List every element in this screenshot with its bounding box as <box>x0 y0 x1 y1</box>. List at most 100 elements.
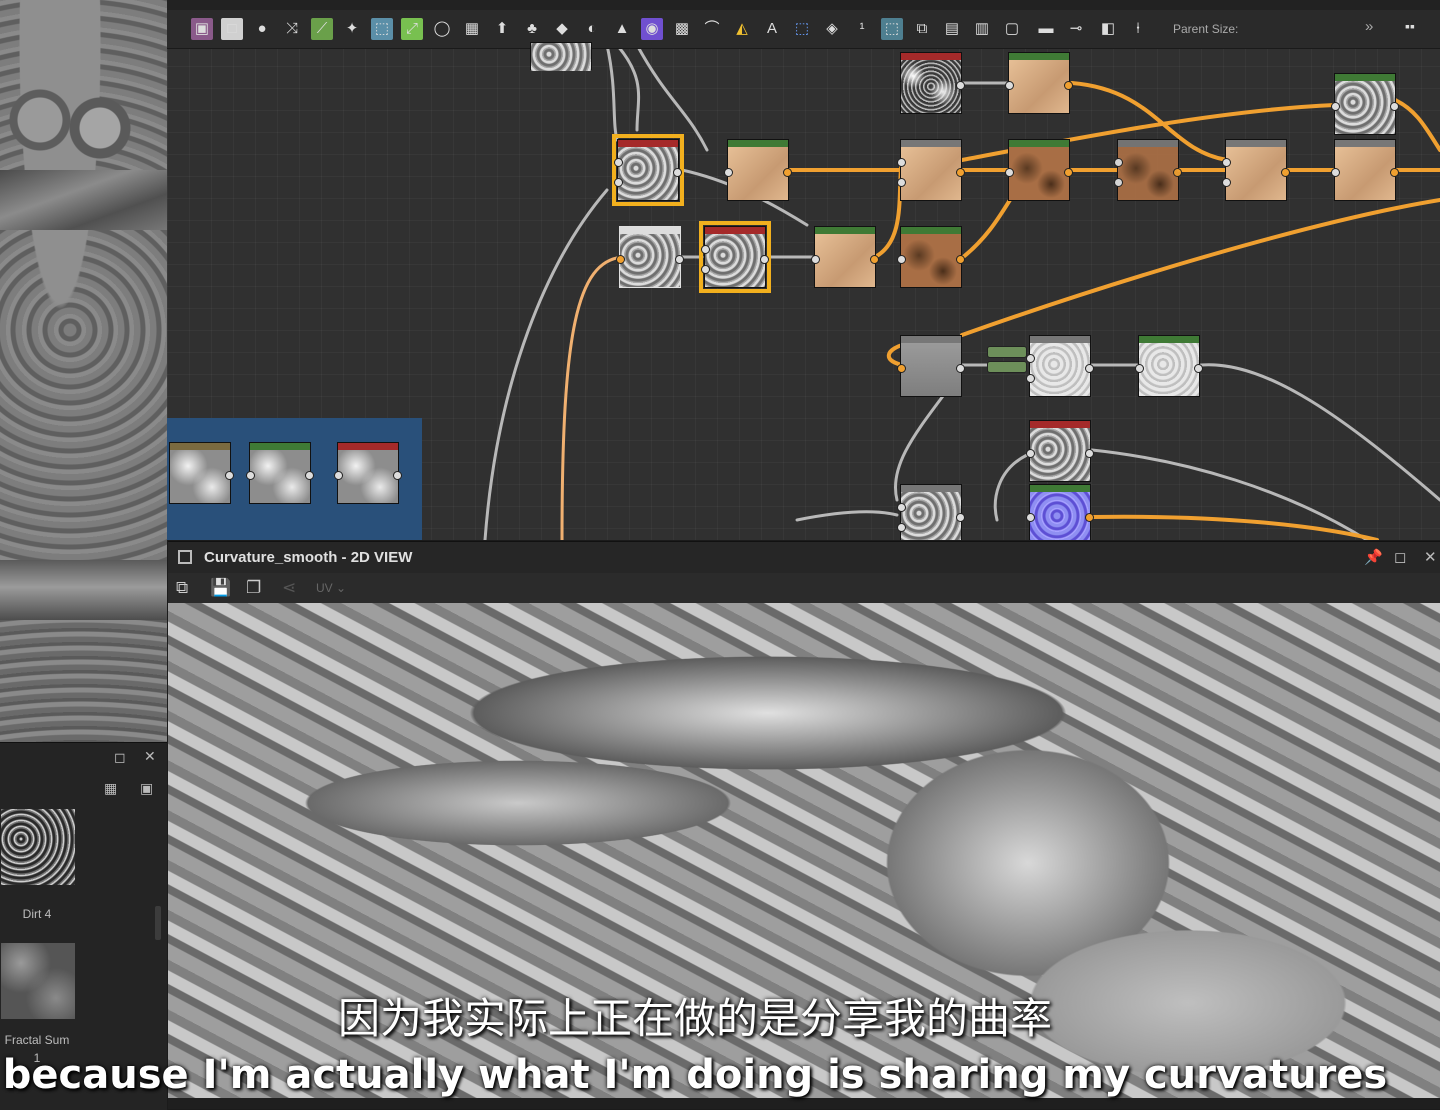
dock-icon[interactable]: ▪▪ <box>1405 18 1415 34</box>
tile-grid-icon[interactable]: ▦ <box>461 18 483 40</box>
pin-icon[interactable]: ⍿ <box>1127 18 1149 40</box>
graph-node-mini[interactable] <box>987 361 1027 373</box>
image-input-icon[interactable]: ▣ <box>191 18 213 40</box>
2d-view-titlebar: Curvature_smooth - 2D VIEW 📌 ◻ ✕ <box>168 541 1440 574</box>
close-icon[interactable]: ✕ <box>1424 548 1437 566</box>
uv-channel-dropdown[interactable]: UV ⌄ <box>316 581 346 595</box>
dot-node-icon[interactable]: ⊸ <box>1065 18 1087 40</box>
hsl-icon[interactable]: ◉ <box>641 18 663 40</box>
crop-icon[interactable]: ⬚ <box>791 18 813 40</box>
graph-node-hsl[interactable] <box>1005 139 1073 201</box>
graph-node-gradient-map[interactable] <box>724 139 792 201</box>
toolbar-overflow-button[interactable]: » <box>1365 18 1373 35</box>
wire <box>795 510 899 522</box>
library-item-label: Dirt 4 <box>22 907 52 921</box>
wire <box>635 43 709 152</box>
2d-view-title: Curvature_smooth - 2D VIEW <box>204 549 413 566</box>
frame-icon[interactable]: ⧉ <box>911 18 933 40</box>
wire <box>993 453 1029 522</box>
graph-toolbar: ▣ □ ● ⤨ ⟋ ✦ ⬚ ⤢ ◯ ▦ ⬆ ♣ ◆ ◐ ▲ ◉ ▩ ⌒ ◭ A … <box>167 10 1440 49</box>
graph-node-levels[interactable] <box>1135 335 1203 397</box>
graph-node-gradient-map[interactable] <box>811 226 879 288</box>
export-icon[interactable]: ⬆ <box>491 18 513 40</box>
close-icon[interactable]: ✕ <box>144 748 156 765</box>
graph-node-gradient-map[interactable] <box>1005 52 1073 114</box>
shuffle-icon[interactable]: ⤨ <box>281 18 303 40</box>
graph-node-mix[interactable] <box>1331 73 1399 135</box>
graph-node-blend[interactable] <box>1026 335 1094 397</box>
save-icon[interactable]: 💾 <box>210 578 231 598</box>
graph-node-multi-dir-warp[interactable] <box>612 134 684 206</box>
curve-icon[interactable]: ⟋ <box>311 18 333 40</box>
maximize-icon[interactable]: ◻ <box>1394 548 1406 566</box>
graph-node-blend[interactable] <box>897 139 965 201</box>
graph-node-grunge-map[interactable] <box>900 52 965 114</box>
subtitle-english: because I'm actually what I'm doing is s… <box>2 1052 1388 1098</box>
normal-icon[interactable]: ⬚ <box>881 18 903 40</box>
graph-node-gradient-map[interactable] <box>897 226 965 288</box>
graph-node-blur[interactable] <box>246 442 314 504</box>
circle-icon[interactable]: ◯ <box>431 18 453 40</box>
graph-icon[interactable]: ▥ <box>971 18 993 40</box>
warp-icon[interactable]: ✦ <box>341 18 363 40</box>
pin-layout-icon[interactable]: ▤ <box>941 18 963 40</box>
transform-icon[interactable]: ⬚ <box>371 18 393 40</box>
bezier-icon[interactable]: ⌒ <box>701 18 723 40</box>
wire <box>1393 98 1440 152</box>
wire <box>483 188 609 540</box>
graph-node[interactable] <box>530 42 592 71</box>
graph-node-grayscale-conversion[interactable] <box>897 335 965 397</box>
wire <box>1090 448 1369 540</box>
maximize-icon[interactable]: ◻ <box>114 749 126 766</box>
comment-icon[interactable]: ▬ <box>1035 18 1057 40</box>
pin-icon[interactable]: 📌 <box>1364 548 1383 566</box>
copy-icon[interactable]: ❐ <box>246 578 261 598</box>
graph-node-ambient-occlusion[interactable] <box>1026 420 1094 482</box>
sphere-icon[interactable]: ◐ <box>581 18 603 40</box>
graph-node-make-it-tile[interactable] <box>334 442 402 504</box>
3d-viewport[interactable] <box>0 0 167 742</box>
ornament-relief <box>0 620 167 742</box>
wire <box>960 198 1440 337</box>
graph-editor[interactable]: ▣ □ ● ⤨ ⟋ ✦ ⬚ ⤢ ◯ ▦ ⬆ ♣ ◆ ◐ ▲ ◉ ▩ ⌒ ◭ A … <box>167 0 1440 540</box>
text-icon[interactable]: A <box>761 18 783 40</box>
graph-node-selected-input[interactable] <box>616 226 684 288</box>
share-icon[interactable]: ⋖ <box>282 578 296 598</box>
scrollbar[interactable] <box>155 906 161 940</box>
view-options-icon[interactable]: ⧉ <box>176 578 188 598</box>
wire <box>615 43 641 132</box>
ornament-band <box>0 170 167 230</box>
2d-view-toolbar: ⧉ 💾 ❐ ⋖ UV ⌄ <box>168 573 1440 603</box>
graph-node-blend[interactable] <box>1331 139 1399 201</box>
bit-depth-icon[interactable]: ¹ <box>851 18 873 40</box>
graph-node-multi-dir-warp[interactable] <box>699 221 771 293</box>
thumbnail-view-icon[interactable]: ▣ <box>140 780 153 797</box>
histogram-scan-icon[interactable]: ▲ <box>611 18 633 40</box>
grid-view-icon[interactable]: ▦ <box>104 780 117 797</box>
graph-node-normal[interactable] <box>1026 484 1094 540</box>
align-icon[interactable]: ◧ <box>1097 18 1119 40</box>
wire <box>605 43 619 142</box>
fill-icon[interactable]: ◈ <box>821 18 843 40</box>
graph-node-blend[interactable] <box>897 484 965 540</box>
uniform-color-icon[interactable]: □ <box>221 18 243 40</box>
noise-icon[interactable]: ▩ <box>671 18 693 40</box>
blend-icon[interactable]: ● <box>251 18 273 40</box>
histogram-icon[interactable]: ♣ <box>521 18 543 40</box>
subtitle-chinese: 因为我实际上正在做的是分享我的曲率 <box>337 994 1052 1043</box>
mirror-icon[interactable]: ◭ <box>731 18 753 40</box>
library-item-dirt-4-thumbnail[interactable] <box>1 809 75 885</box>
levels-icon[interactable]: ◆ <box>551 18 573 40</box>
graph-frame[interactable] <box>167 418 422 540</box>
wire <box>560 255 624 540</box>
parent-size-label: Parent Size: <box>1173 22 1239 36</box>
wire <box>873 158 904 259</box>
gradient-icon[interactable]: ⤢ <box>401 18 423 40</box>
graph-node-warp[interactable] <box>169 442 234 504</box>
graph-node-mini[interactable] <box>987 346 1027 358</box>
comment-frame-icon[interactable]: ▢ <box>1001 18 1023 40</box>
status-bar <box>168 1098 1440 1109</box>
graph-node-blend[interactable] <box>1114 139 1182 201</box>
ornament-molding <box>0 560 167 620</box>
graph-node-blend[interactable] <box>1222 139 1290 201</box>
